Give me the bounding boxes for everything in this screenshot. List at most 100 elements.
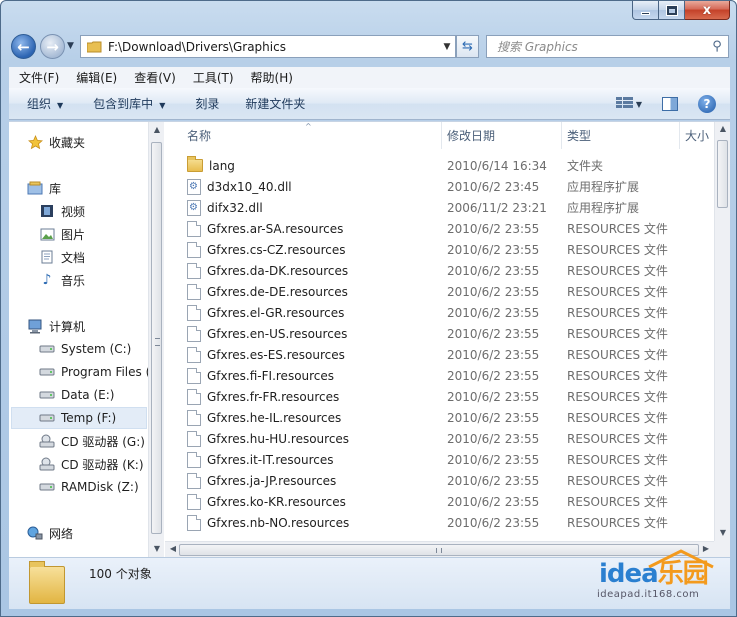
file-date: 2010/6/2 23:55: [447, 368, 540, 383]
view-dropdown-icon[interactable]: ▼: [636, 100, 642, 109]
file-row[interactable]: Gfxres.ko-KR.resources 2010/6/2 23:55 RESO…: [165, 491, 710, 512]
nav-drive-c-label: System (C:): [61, 342, 132, 356]
file-row[interactable]: Gfxres.en-US.resources 2010/6/2 23:55 RESO…: [165, 323, 710, 344]
burn-button[interactable]: 刻录: [195, 95, 219, 112]
file-date: 2010/6/2 23:55: [447, 242, 540, 257]
search-box[interactable]: 搜索 Graphics ⚲: [486, 35, 729, 58]
folder-icon: [86, 41, 102, 53]
filelist-scroll-thumb[interactable]: [717, 140, 728, 208]
scroll-down-icon[interactable]: ▼: [715, 528, 730, 537]
nav-documents[interactable]: 文档: [39, 246, 85, 268]
column-header-date[interactable]: 修改日期: [447, 122, 557, 149]
file-row[interactable]: Gfxres.it-IT.resources 2010/6/2 23:55 RESO…: [165, 449, 710, 470]
scroll-up-icon[interactable]: ▲: [149, 125, 165, 134]
navpane-scroll-thumb[interactable]: [151, 142, 162, 534]
file-row[interactable]: d3dx10_40.dll 2010/6/2 23:45 应用程序扩展: [165, 176, 710, 197]
menu-file[interactable]: 文件(F): [19, 69, 59, 86]
file-type: RESOURCES 文件: [567, 264, 668, 278]
file-name-cell: d3dx10_40.dll: [187, 178, 292, 195]
close-button[interactable]: x: [685, 1, 730, 20]
network-icon: [27, 526, 43, 541]
column-divider[interactable]: [561, 122, 562, 149]
filelist-scrollbar[interactable]: ▲ ▼: [714, 122, 730, 541]
file-row[interactable]: Gfxres.nb-NO.resources 2010/6/2 23:55 RESO…: [165, 512, 710, 533]
navigation-pane: 收藏夹 库 视频 图片 文档 ♪ 音乐 计算机 System (C:) Prog…: [9, 122, 164, 558]
address-bar[interactable]: F:\Download\Drivers\Graphics ▼: [80, 35, 456, 58]
file-row[interactable]: Gfxres.ja-JP.resources 2010/6/2 23:55 RESO…: [165, 470, 710, 491]
search-input[interactable]: 搜索 Graphics: [487, 38, 706, 55]
nav-pictures-label: 图片: [61, 227, 86, 242]
nav-documents-label: 文档: [61, 250, 86, 265]
file-type: RESOURCES 文件: [567, 453, 668, 467]
nav-computer[interactable]: 计算机: [27, 315, 85, 337]
file-icon: [187, 367, 201, 384]
minimize-button[interactable]: [632, 1, 659, 20]
nav-drive-g[interactable]: CD 驱动器 (G:): [39, 430, 145, 452]
scroll-down-icon[interactable]: ▼: [149, 544, 165, 553]
scroll-up-icon[interactable]: ▲: [715, 124, 730, 133]
search-icon[interactable]: ⚲: [706, 39, 728, 54]
nav-drive-f[interactable]: Temp (F:): [11, 407, 147, 429]
recent-pages-dropdown[interactable]: ▼: [67, 41, 74, 51]
nav-libraries[interactable]: 库: [27, 177, 61, 199]
file-row[interactable]: Gfxres.cs-CZ.resources 2010/6/2 23:55 RESO…: [165, 239, 710, 260]
nav-pictures[interactable]: 图片: [39, 223, 85, 245]
navpane-scrollbar[interactable]: ▲ ▼: [148, 122, 164, 558]
nav-drive-k[interactable]: CD 驱动器 (K:): [39, 453, 144, 475]
file-row[interactable]: Gfxres.ar-SA.resources 2010/6/2 23:55 RESO…: [165, 218, 710, 239]
file-row[interactable]: Gfxres.es-ES.resources 2010/6/2 23:55 RESO…: [165, 344, 710, 365]
nav-music[interactable]: ♪ 音乐: [39, 269, 85, 291]
file-name: Gfxres.en-US.resources: [207, 326, 348, 341]
menu-tools[interactable]: 工具(T): [193, 69, 234, 86]
file-row[interactable]: Gfxres.fr-FR.resources 2010/6/2 23:55 RESO…: [165, 386, 710, 407]
file-row[interactable]: Gfxres.fi-FI.resources 2010/6/2 23:55 RESO…: [165, 365, 710, 386]
help-icon[interactable]: ?: [698, 95, 716, 113]
change-view-icon[interactable]: [615, 97, 633, 111]
maximize-button[interactable]: [659, 1, 685, 20]
file-row[interactable]: Gfxres.he-IL.resources 2010/6/2 23:55 RESO…: [165, 407, 710, 428]
address-path[interactable]: F:\Download\Drivers\Graphics: [108, 40, 439, 54]
forward-button[interactable]: →: [40, 34, 65, 59]
column-size-label: 大小: [685, 129, 710, 143]
nav-favorites[interactable]: 收藏夹: [27, 131, 85, 153]
nav-computer-label: 计算机: [49, 319, 86, 334]
menu-edit[interactable]: 编辑(E): [76, 69, 117, 86]
column-divider[interactable]: [679, 122, 680, 149]
file-row[interactable]: difx32.dll 2006/11/2 23:21 应用程序扩展: [165, 197, 710, 218]
column-header-type[interactable]: 类型: [567, 122, 677, 149]
organize-button[interactable]: 组织 ▼: [27, 95, 63, 112]
menu-help[interactable]: 帮助(H): [251, 69, 293, 86]
nav-videos[interactable]: 视频: [39, 200, 85, 222]
file-name-cell: Gfxres.ko-KR.resources: [187, 493, 346, 510]
preview-pane-icon[interactable]: [662, 97, 678, 111]
chevron-down-icon: ▼: [159, 101, 166, 110]
address-dropdown-icon[interactable]: ▼: [439, 42, 455, 52]
nav-drive-program-files[interactable]: Program Files (: [39, 361, 150, 383]
file-row[interactable]: lang 2010/6/14 16:34 文件夹: [165, 155, 710, 176]
nav-drive-g-label: CD 驱动器 (G:): [61, 434, 145, 449]
file-icon: [187, 325, 201, 342]
file-row[interactable]: Gfxres.hu-HU.resources 2010/6/2 23:55 RESO…: [165, 428, 710, 449]
nav-network[interactable]: 网络: [27, 522, 73, 544]
command-bar: 组织 ▼ 包含到库中 ▼ 刻录 新建文件夹 ▼ ?: [9, 88, 730, 120]
refresh-button[interactable]: ⇆: [456, 35, 479, 58]
nav-drive-e[interactable]: Data (E:): [39, 384, 114, 406]
column-header-name[interactable]: 名称: [187, 122, 442, 149]
new-folder-button[interactable]: 新建文件夹: [245, 95, 305, 112]
menu-view[interactable]: 查看(V): [134, 69, 176, 86]
file-name-cell: Gfxres.nb-NO.resources: [187, 514, 349, 531]
include-library-button[interactable]: 包含到库中 ▼: [93, 95, 165, 112]
forward-arrow-icon: →: [46, 37, 59, 56]
file-date: 2010/6/2 23:55: [447, 347, 540, 362]
picture-icon: [39, 227, 55, 242]
column-divider[interactable]: [441, 122, 442, 149]
back-button[interactable]: ←: [11, 34, 36, 59]
document-icon: [39, 250, 55, 265]
file-row[interactable]: Gfxres.da-DK.resources 2010/6/2 23:55 RESO…: [165, 260, 710, 281]
file-row[interactable]: Gfxres.de-DE.resources 2010/6/2 23:55 RESO…: [165, 281, 710, 302]
file-row[interactable]: Gfxres.el-GR.resources 2010/6/2 23:55 RESO…: [165, 302, 710, 323]
nav-drive-z[interactable]: RAMDisk (Z:): [39, 476, 139, 498]
star-icon: [27, 134, 43, 150]
file-date: 2010/6/2 23:55: [447, 263, 540, 278]
nav-drive-c[interactable]: System (C:): [39, 338, 131, 360]
